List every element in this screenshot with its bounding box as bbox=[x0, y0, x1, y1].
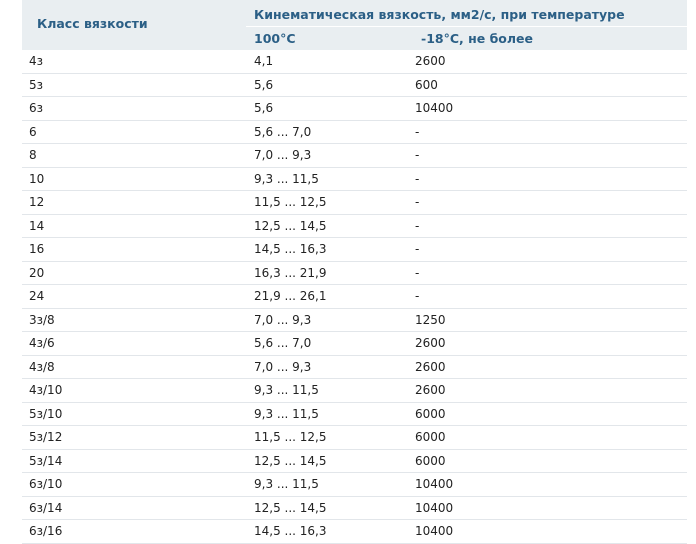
cell-viscosity-100c: 21,9 ... 26,1 bbox=[246, 284, 413, 309]
cell-viscosity-class: 3з/8 bbox=[22, 308, 246, 332]
cell-viscosity-class: 8 bbox=[22, 143, 246, 168]
table-row: 16 14,5 ... 16,3- bbox=[22, 237, 688, 262]
cell-viscosity-minus18c: 10400 bbox=[413, 519, 688, 544]
cell-viscosity-100c: 4,1 bbox=[246, 50, 413, 74]
table-row: 6з/10 9,3 ... 11,5 10400 bbox=[22, 472, 688, 497]
table-row: 6з/14 12,5 ... 14,5 10400 bbox=[22, 496, 688, 520]
table-body: 4з 4,1 2600 5з 5,6 600 6з 5,6 10400 6 5,6 ... 7,0-… bbox=[22, 50, 688, 544]
cell-viscosity-minus18c: 10400 bbox=[413, 96, 688, 121]
cell-viscosity-class: 5з bbox=[22, 73, 246, 97]
cell-viscosity-class: 6 bbox=[22, 120, 246, 144]
table-row: 20 16,3 ... 21,9- bbox=[22, 261, 688, 285]
cell-viscosity-100c: 7,0 ... 9,3 bbox=[246, 143, 413, 168]
cell-viscosity-minus18c: 1250 bbox=[413, 308, 688, 332]
cell-viscosity-100c: 5,6 bbox=[246, 96, 413, 121]
page: Класс вязкости Кинематическая вязкость, … bbox=[0, 0, 696, 544]
cell-viscosity-class: 6з/14 bbox=[22, 496, 246, 520]
table-row: 5з/10 9,3 ... 11,5 6000 bbox=[22, 402, 688, 426]
cell-viscosity-100c: 7,0 ... 9,3 bbox=[246, 355, 413, 379]
header-viscosity-class: Класс вязкости bbox=[22, 0, 246, 50]
cell-viscosity-minus18c: 2600 bbox=[413, 355, 688, 379]
table-row: 5з/12 11,5 ... 12,5 6000 bbox=[22, 425, 688, 450]
cell-viscosity-100c: 16,3 ... 21,9 bbox=[246, 261, 413, 285]
table-row: 6з/16 14,5 ... 16,3 10400 bbox=[22, 519, 688, 544]
table-row: 12 11,5 ... 12,5- bbox=[22, 190, 688, 215]
cell-viscosity-minus18c: - bbox=[413, 214, 688, 238]
table-row: 14 12,5 ... 14,5- bbox=[22, 214, 688, 238]
header-temp-100: 100°С bbox=[246, 26, 413, 50]
cell-viscosity-minus18c: 6000 bbox=[413, 425, 688, 450]
cell-viscosity-minus18c: 2600 bbox=[413, 378, 688, 403]
cell-viscosity-class: 20 bbox=[22, 261, 246, 285]
header-temp-minus18: -18°С, не более bbox=[413, 26, 688, 50]
cell-viscosity-minus18c: - bbox=[413, 261, 688, 285]
cell-viscosity-minus18c: 6000 bbox=[413, 449, 688, 473]
header-kinematic-viscosity: Кинематическая вязкость, мм2/с, при темп… bbox=[246, 0, 688, 27]
cell-viscosity-100c: 7,0 ... 9,3 bbox=[246, 308, 413, 332]
cell-viscosity-minus18c: - bbox=[413, 284, 688, 309]
cell-viscosity-100c: 11,5 ... 12,5 bbox=[246, 190, 413, 215]
table-row: 4з/10 9,3 ... 11,5 2600 bbox=[22, 378, 688, 403]
cell-viscosity-class: 24 bbox=[22, 284, 246, 309]
table-row: 4з/8 7,0 ... 9,3 2600 bbox=[22, 355, 688, 379]
table-row: 8 7,0 ... 9,3- bbox=[22, 143, 688, 168]
cell-viscosity-minus18c: 2600 bbox=[413, 331, 688, 356]
table-row: 6з 5,6 10400 bbox=[22, 96, 688, 121]
table-row: 6 5,6 ... 7,0- bbox=[22, 120, 688, 144]
cell-viscosity-class: 5з/12 bbox=[22, 425, 246, 450]
table-row: 5з/14 12,5 ... 14,5 6000 bbox=[22, 449, 688, 473]
cell-viscosity-class: 6з/10 bbox=[22, 472, 246, 497]
table-row: 4з 4,1 2600 bbox=[22, 50, 688, 74]
cell-viscosity-class: 4з/8 bbox=[22, 355, 246, 379]
cell-viscosity-class: 14 bbox=[22, 214, 246, 238]
cell-viscosity-class: 4з/10 bbox=[22, 378, 246, 403]
cell-viscosity-class: 4з bbox=[22, 50, 246, 74]
table-row: 24 21,9 ... 26,1- bbox=[22, 284, 688, 309]
cell-viscosity-class: 5з/10 bbox=[22, 402, 246, 426]
cell-viscosity-100c: 9,3 ... 11,5 bbox=[246, 167, 413, 191]
cell-viscosity-100c: 14,5 ... 16,3 bbox=[246, 519, 413, 544]
cell-viscosity-100c: 9,3 ... 11,5 bbox=[246, 472, 413, 497]
table-row: 3з/8 7,0 ... 9,3 1250 bbox=[22, 308, 688, 332]
cell-viscosity-100c: 12,5 ... 14,5 bbox=[246, 449, 413, 473]
cell-viscosity-class: 6з bbox=[22, 96, 246, 121]
cell-viscosity-100c: 5,6 ... 7,0 bbox=[246, 120, 413, 144]
cell-viscosity-class: 4з/6 bbox=[22, 331, 246, 356]
cell-viscosity-100c: 9,3 ... 11,5 bbox=[246, 402, 413, 426]
cell-viscosity-100c: 5,6 ... 7,0 bbox=[246, 331, 413, 356]
table-row: 4з/6 5,6 ... 7,0 2600 bbox=[22, 331, 688, 356]
cell-viscosity-minus18c: - bbox=[413, 190, 688, 215]
cell-viscosity-minus18c: 2600 bbox=[413, 50, 688, 74]
table-row: 5з 5,6 600 bbox=[22, 73, 688, 97]
cell-viscosity-class: 12 bbox=[22, 190, 246, 215]
cell-viscosity-100c: 14,5 ... 16,3 bbox=[246, 237, 413, 262]
cell-viscosity-minus18c: 10400 bbox=[413, 496, 688, 520]
cell-viscosity-class: 5з/14 bbox=[22, 449, 246, 473]
cell-viscosity-minus18c: 10400 bbox=[413, 472, 688, 497]
table-header: Класс вязкости Кинематическая вязкость, … bbox=[22, 0, 688, 50]
table-row: 10 9,3 ... 11,5- bbox=[22, 167, 688, 191]
cell-viscosity-class: 6з/16 bbox=[22, 519, 246, 544]
cell-viscosity-100c: 9,3 ... 11,5 bbox=[246, 378, 413, 403]
cell-viscosity-100c: 12,5 ... 14,5 bbox=[246, 214, 413, 238]
cell-viscosity-minus18c: - bbox=[413, 143, 688, 168]
cell-viscosity-100c: 11,5 ... 12,5 bbox=[246, 425, 413, 450]
cell-viscosity-minus18c: 600 bbox=[413, 73, 688, 97]
cell-viscosity-100c: 12,5 ... 14,5 bbox=[246, 496, 413, 520]
cell-viscosity-minus18c: 6000 bbox=[413, 402, 688, 426]
viscosity-table: Класс вязкости Кинематическая вязкость, … bbox=[22, 0, 688, 544]
cell-viscosity-class: 16 bbox=[22, 237, 246, 262]
cell-viscosity-minus18c: - bbox=[413, 120, 688, 144]
cell-viscosity-minus18c: - bbox=[413, 167, 688, 191]
cell-viscosity-100c: 5,6 bbox=[246, 73, 413, 97]
cell-viscosity-class: 10 bbox=[22, 167, 246, 191]
cell-viscosity-minus18c: - bbox=[413, 237, 688, 262]
